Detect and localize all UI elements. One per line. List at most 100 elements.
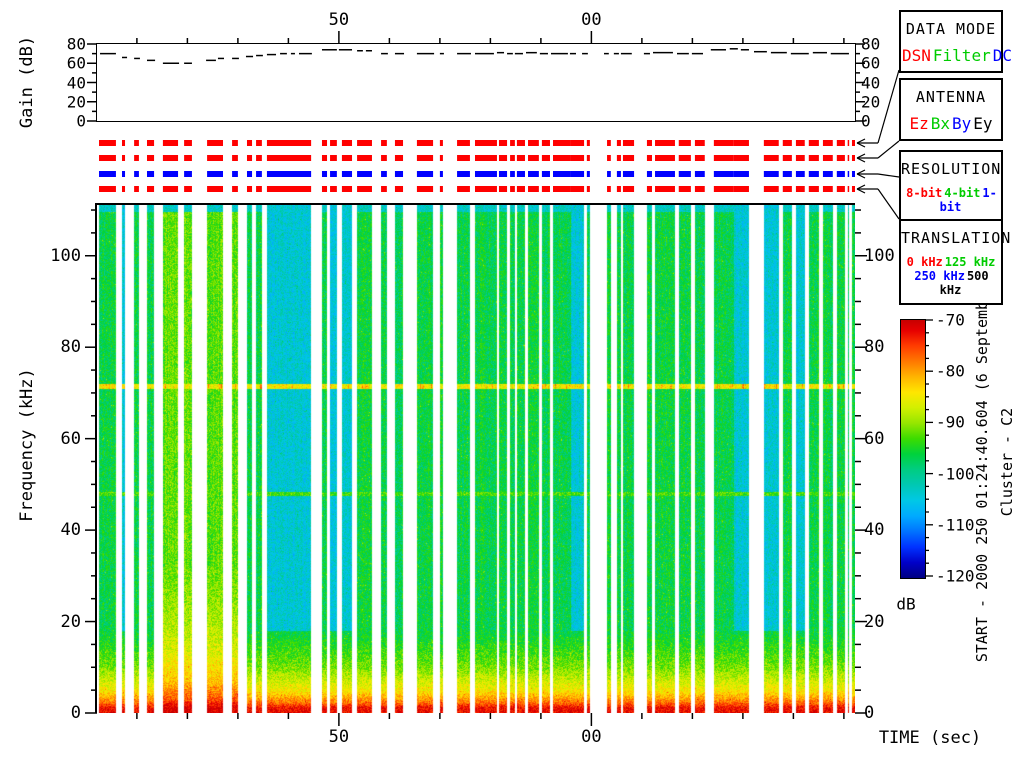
data-mode-bar bbox=[517, 140, 525, 146]
legend-data-mode: DATA MODEDSNFilterDC bbox=[899, 10, 1003, 73]
gain-tick-label-left: 0 bbox=[76, 112, 86, 131]
resolution-bar bbox=[247, 171, 252, 177]
antenna-bar bbox=[122, 155, 125, 161]
resolution-bar bbox=[623, 171, 634, 177]
legend-antenna-entries: EzBxByEy bbox=[901, 114, 1001, 133]
data-mode-bar bbox=[714, 140, 734, 146]
data-mode-bar bbox=[695, 140, 705, 146]
data-mode-bar bbox=[357, 140, 372, 146]
time-axis-label: TIME (sec) bbox=[879, 728, 981, 748]
antenna-bar bbox=[571, 155, 584, 161]
data-mode-bar bbox=[184, 140, 192, 146]
antenna-bar bbox=[617, 155, 621, 161]
translation-bar bbox=[783, 186, 792, 192]
antenna-bar bbox=[714, 155, 734, 161]
data-mode-bar bbox=[342, 140, 352, 146]
antenna-bar bbox=[823, 155, 833, 161]
resolution-bar bbox=[764, 171, 779, 177]
translation-bar bbox=[395, 186, 403, 192]
data-mode-bar bbox=[163, 140, 178, 146]
data-mode-bar bbox=[783, 140, 792, 146]
antenna-bar bbox=[357, 155, 372, 161]
resolution-bar bbox=[517, 171, 525, 177]
data-mode-bar bbox=[267, 140, 311, 146]
resolution-bar bbox=[357, 171, 372, 177]
antenna-bar bbox=[440, 155, 443, 161]
resolution-bar bbox=[184, 171, 192, 177]
translation-bar bbox=[134, 186, 139, 192]
resolution-bar bbox=[417, 171, 433, 177]
data-mode-bar bbox=[232, 140, 238, 146]
antenna-bar bbox=[99, 155, 116, 161]
translation-bar bbox=[475, 186, 497, 192]
data-mode-bar bbox=[679, 140, 691, 146]
translation-bar bbox=[342, 186, 352, 192]
translation-bar bbox=[528, 186, 539, 192]
data-mode-bar bbox=[134, 140, 139, 146]
translation-bar bbox=[848, 186, 850, 192]
translation-bar bbox=[207, 186, 223, 192]
data-mode-bar bbox=[823, 140, 833, 146]
resolution-bar bbox=[475, 171, 497, 177]
antenna-bar bbox=[734, 155, 749, 161]
translation-bar bbox=[256, 186, 262, 192]
translation-bar bbox=[417, 186, 433, 192]
translation-bar bbox=[571, 186, 584, 192]
legend-resolution: RESOLUTION8-bit4-bit1-bit bbox=[899, 150, 1003, 222]
data-mode-bar bbox=[330, 140, 337, 146]
legend-connector bbox=[878, 141, 899, 158]
colorbar-tick-label: -100 bbox=[936, 464, 975, 483]
translation-bar bbox=[809, 186, 819, 192]
freq-tick-label-left: 20 bbox=[61, 612, 81, 632]
antenna-bar bbox=[679, 155, 691, 161]
data-mode-bar bbox=[207, 140, 223, 146]
antenna-bar bbox=[542, 155, 550, 161]
data-mode-bar bbox=[510, 140, 515, 146]
legend-antenna-entry: Ez bbox=[909, 114, 928, 133]
antenna-bar bbox=[587, 155, 590, 161]
resolution-bar bbox=[553, 171, 571, 177]
freq-tick-label-right: 0 bbox=[864, 703, 874, 723]
resolution-bar bbox=[848, 171, 850, 177]
resolution-bar bbox=[655, 171, 675, 177]
translation-bar bbox=[381, 186, 387, 192]
resolution-bar bbox=[695, 171, 705, 177]
translation-bar bbox=[357, 186, 372, 192]
gain-tick-label-right: 80 bbox=[861, 35, 880, 54]
antenna-bar bbox=[695, 155, 705, 161]
legend-data-mode-title: DATA MODE bbox=[901, 20, 1001, 38]
gain-axis-label: Gain (dB) bbox=[17, 36, 37, 128]
legend-connector bbox=[878, 189, 899, 219]
translation-bar bbox=[695, 186, 705, 192]
translation-bar bbox=[623, 186, 634, 192]
antenna-bar bbox=[134, 155, 139, 161]
resolution-bar bbox=[163, 171, 178, 177]
data-mode-bar bbox=[440, 140, 443, 146]
gain-tick-label-right: 20 bbox=[861, 92, 880, 111]
gain-tick-label-right: 0 bbox=[861, 112, 871, 131]
data-mode-bar bbox=[623, 140, 634, 146]
antenna-bar bbox=[322, 155, 327, 161]
legend-translation: TRANSLATION0 kHz125 kHz250 kHz500 kHz bbox=[899, 219, 1003, 305]
frequency-axis-label: Frequency (kHz) bbox=[17, 368, 37, 522]
translation-bar bbox=[837, 186, 845, 192]
antenna-bar bbox=[342, 155, 352, 161]
data-mode-bar bbox=[734, 140, 749, 146]
legend-arrow bbox=[857, 143, 865, 147]
antenna-bar bbox=[381, 155, 387, 161]
freq-tick-label-left: 100 bbox=[50, 246, 81, 266]
data-mode-bar bbox=[617, 140, 621, 146]
antenna-bar bbox=[499, 155, 507, 161]
antenna-bar bbox=[783, 155, 792, 161]
resolution-bar bbox=[617, 171, 621, 177]
translation-bar bbox=[764, 186, 779, 192]
gain-tick-label-left: 20 bbox=[67, 92, 86, 111]
legend-antenna-entry: By bbox=[952, 114, 971, 133]
resolution-bar bbox=[852, 171, 855, 177]
colorbar-tick-label: -120 bbox=[936, 567, 975, 586]
antenna-bar bbox=[417, 155, 433, 161]
legend-resolution-entries: 8-bit4-bit1-bit bbox=[901, 186, 1001, 214]
data-mode-bar bbox=[499, 140, 507, 146]
translation-bar bbox=[322, 186, 327, 192]
legend-data-mode-entry: Filter bbox=[933, 46, 991, 65]
